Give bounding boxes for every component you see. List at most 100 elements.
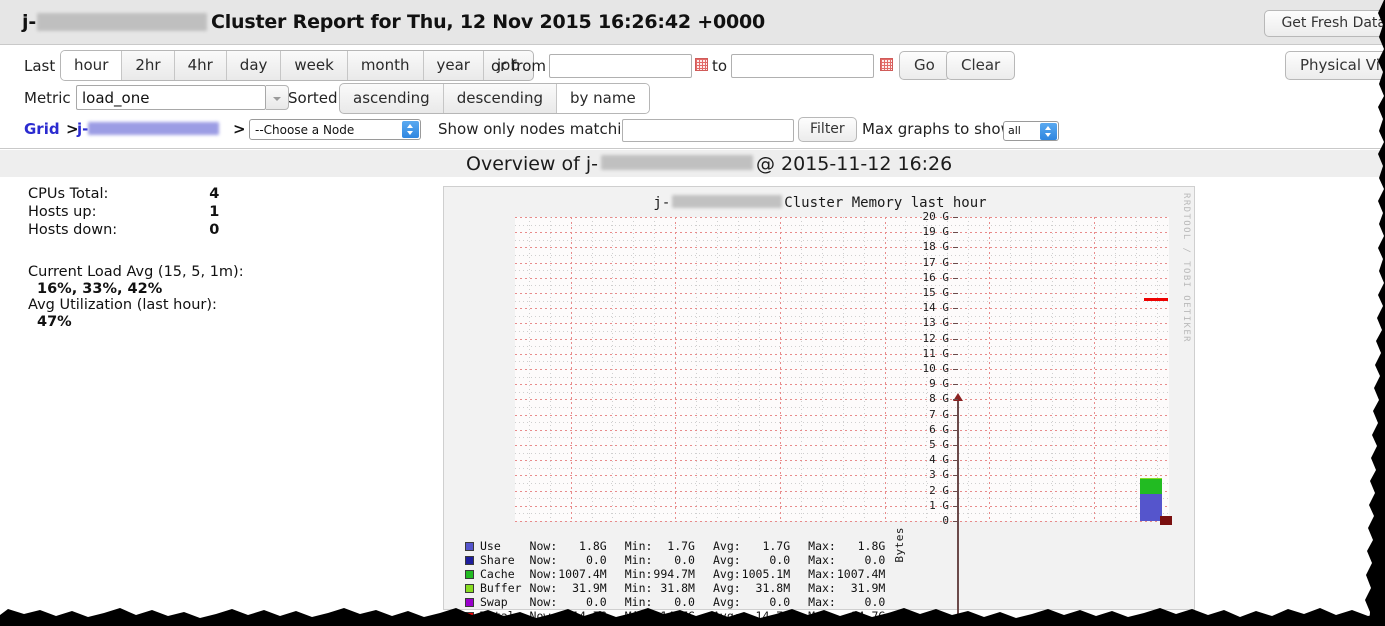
graph-title: j-Cluster Memory last hour (444, 195, 1196, 211)
gridline-v-minor (1157, 217, 1158, 521)
y-axis-tick-mark (953, 445, 958, 446)
hosts-up-value: 1 (117, 204, 219, 222)
legend-series-name: Buffer (465, 582, 530, 596)
gridline-v-minor (1010, 217, 1011, 521)
legend-max-label: Max: (808, 582, 837, 596)
legend-series-name: Use (465, 540, 530, 554)
gridline-v-minor (696, 217, 697, 521)
y-axis-tick-mark (953, 308, 958, 309)
rrdtool-watermark: RRDTOOL / TOBI OETIKER (1175, 193, 1191, 443)
y-axis-tick-label: 20 G (899, 210, 949, 223)
range-hour-button[interactable]: hour (61, 51, 121, 80)
legend-max-value: 14.7G (837, 610, 903, 624)
breadcrumb-cluster-link[interactable]: j- (77, 120, 219, 138)
choose-node-select[interactable]: --Choose a Node (249, 119, 421, 140)
get-fresh-data-button[interactable]: Get Fresh Data (1264, 10, 1385, 37)
legend-min-value: 994.7M (653, 568, 713, 582)
page-title-prefix: j- (22, 11, 36, 33)
to-date-input[interactable] (731, 54, 874, 78)
legend-color-swatch (465, 556, 474, 565)
legend-avg-label: Avg: (713, 540, 742, 554)
hosts-down-label: Hosts down: (28, 222, 117, 240)
y-axis-tick-mark (953, 460, 958, 461)
avg-utilization-value: 47% (28, 314, 244, 331)
bar-total-marker (1144, 298, 1168, 301)
sort-segmented-control[interactable]: ascendingdescendingby name (339, 83, 650, 114)
calendar-icon-to[interactable] (880, 58, 893, 71)
gridline-v-minor (654, 217, 655, 521)
y-axis-tick-mark (953, 247, 958, 248)
chevron-down-icon[interactable] (266, 85, 289, 110)
legend-avg-value: 1.7G (742, 540, 808, 554)
legend-min-label: Min: (625, 610, 654, 624)
range-4hr-button[interactable]: 4hr (174, 51, 226, 80)
y-axis-tick-label: 2 G (899, 484, 949, 497)
legend-avg-label: Avg: (713, 568, 742, 582)
time-range-segmented-control[interactable]: hour2hr4hrdayweekmonthyearjob (60, 50, 534, 81)
legend-min-label: Min: (625, 568, 654, 582)
sort-descending-button[interactable]: descending (443, 84, 556, 113)
filter-button[interactable]: Filter (798, 117, 857, 142)
y-axis-tick-label: 6 G (899, 423, 949, 436)
node-filter-input[interactable] (622, 119, 794, 142)
graph-title-prefix: j- (653, 195, 670, 211)
cpus-total-value: 4 (117, 186, 219, 204)
table-row: Hosts down:0 (28, 222, 219, 240)
sort-by-name-button[interactable]: by name (556, 84, 649, 113)
y-axis-tick-label: 10 G (899, 362, 949, 375)
legend-min-value: 14.7G (653, 610, 713, 624)
range-year-button[interactable]: year (423, 51, 483, 80)
legend-max-value: 31.9M (837, 582, 903, 596)
legend-avg-label: Avg: (713, 596, 742, 610)
y-axis-tick-mark (953, 415, 958, 416)
clear-button[interactable]: Clear (946, 51, 1015, 80)
metric-combobox[interactable]: load_one (76, 85, 289, 110)
legend-row: UseNow:1.8GMin:1.7GAvg:1.7GMax:1.8G (465, 540, 903, 554)
gridline-v-minor (633, 217, 634, 521)
legend-row: BufferNow:31.9MMin:31.8MAvg:31.8MMax:31.… (465, 582, 903, 596)
range-week-button[interactable]: week (280, 51, 346, 80)
gridline-v-minor (612, 217, 613, 521)
legend-now-value: 14.7G (558, 610, 624, 624)
cpus-total-label: CPUs Total: (28, 186, 117, 204)
cluster-stats-table: CPUs Total:4 Hosts up:1 Hosts down:0 (28, 186, 219, 240)
gridline-v-minor (1073, 217, 1074, 521)
y-axis-tick-mark (953, 506, 958, 507)
breadcrumb-grid-link[interactable]: Grid (24, 120, 60, 138)
legend-max-label: Max: (808, 596, 837, 610)
cluster-memory-graph[interactable]: j-Cluster Memory last hour RRDTOOL / TOB… (443, 186, 1195, 610)
gridline-v (780, 217, 781, 521)
bar-cache (1140, 479, 1162, 494)
table-row: CPUs Total:4 (28, 186, 219, 204)
to-label: to (712, 57, 727, 75)
range-2hr-button[interactable]: 2hr (121, 51, 173, 80)
legend-max-value: 0.0 (837, 596, 903, 610)
range-month-button[interactable]: month (347, 51, 423, 80)
max-graphs-select[interactable]: all (1003, 121, 1059, 141)
physical-view-button[interactable]: Physical View (1285, 51, 1385, 80)
metric-input[interactable]: load_one (76, 85, 266, 110)
sort-ascending-button[interactable]: ascending (340, 84, 443, 113)
from-date-input[interactable] (549, 54, 692, 78)
overview-title: Overview of j-@ 2015-11-12 16:26 (0, 153, 1385, 175)
calendar-icon-from[interactable] (695, 58, 708, 71)
select-stepper-icon[interactable] (402, 121, 419, 138)
gridline-v-minor (1052, 217, 1053, 521)
controls-area: Last hour2hr4hrdayweekmonthyearjob or fr… (0, 46, 1385, 149)
go-button[interactable]: Go (899, 51, 950, 80)
cluster-stats: CPUs Total:4 Hosts up:1 Hosts down:0 Cur… (28, 186, 244, 330)
legend-row: SwapNow:0.0Min:0.0Avg:0.0Max:0.0 (465, 596, 903, 610)
legend-row: CacheNow:1007.4MMin:994.7MAvg:1005.1MMax… (465, 568, 903, 582)
select-stepper-icon-2[interactable] (1040, 123, 1057, 140)
legend-now-label: Now: (530, 582, 559, 596)
gridline-v (885, 217, 886, 521)
legend-avg-value: 0.0 (742, 554, 808, 568)
range-day-button[interactable]: day (226, 51, 281, 80)
hosts-up-label: Hosts up: (28, 204, 117, 222)
y-axis-tick-label: 11 G (899, 347, 949, 360)
legend-now-value: 1.8G (558, 540, 624, 554)
gridline-v (675, 217, 676, 521)
y-axis-tick-label: 9 G (899, 377, 949, 390)
legend-row: ShareNow:0.0Min:0.0Avg:0.0Max:0.0 (465, 554, 903, 568)
y-axis-tick-mark (953, 339, 958, 340)
